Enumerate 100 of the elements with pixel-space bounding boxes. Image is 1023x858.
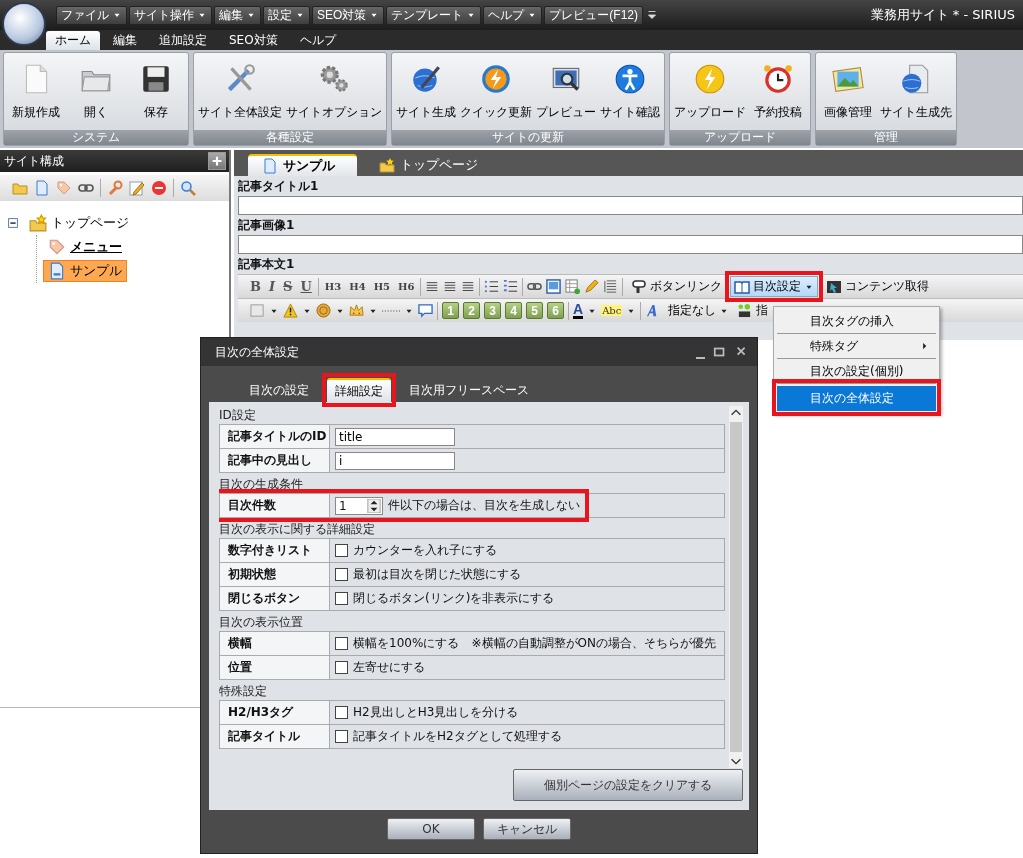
list-icon[interactable]: [484, 279, 500, 294]
checkbox[interactable]: [335, 637, 348, 650]
align-icon[interactable]: [461, 279, 476, 294]
warning-icon[interactable]: [283, 303, 298, 318]
ribbon-button[interactable]: 予約投稿: [748, 53, 808, 130]
ribbon-button[interactable]: サイト全体設定: [196, 53, 284, 130]
setting-label: H2/H3タグ: [220, 701, 330, 724]
checkbox-label: H2見出しとH3見出しを分ける: [353, 704, 519, 721]
format-button[interactable]: S: [281, 279, 295, 294]
dialog-button[interactable]: OK: [387, 818, 475, 840]
document-tab[interactable]: サンプル: [248, 154, 357, 176]
checkbox[interactable]: [335, 544, 348, 557]
menu-button[interactable]: ヘルプ: [483, 5, 543, 25]
input-field[interactable]: [238, 235, 1023, 254]
book-icon: [734, 278, 751, 295]
checkbox[interactable]: [335, 568, 348, 581]
ribbon-tab[interactable]: ヘルプ: [290, 31, 345, 50]
ribbon-button[interactable]: サイト確認: [598, 53, 662, 130]
checkbox[interactable]: [335, 730, 348, 743]
coin-icon[interactable]: [316, 303, 331, 318]
ribbon-tab[interactable]: SEO対策: [220, 31, 287, 50]
text-color-button[interactable]: A: [573, 302, 584, 319]
setting-label: 数字付きリスト: [220, 539, 330, 562]
menu-item[interactable]: 目次タグの挿入: [777, 309, 936, 334]
heading-button[interactable]: H4: [347, 281, 368, 292]
dialog-tab[interactable]: 目次用フリースペース: [401, 378, 537, 402]
heading-button[interactable]: H6: [396, 281, 417, 292]
menu-item[interactable]: 目次の全体設定: [777, 386, 936, 411]
numbered-list-icon[interactable]: [503, 279, 519, 294]
maximize-button[interactable]: [713, 345, 727, 359]
pencil-icon[interactable]: [129, 180, 145, 196]
document-tab[interactable]: トップページ: [365, 154, 500, 176]
checkbox-label: カウンターを入れ子にする: [353, 542, 497, 559]
overflow-icon[interactable]: [645, 8, 659, 22]
crown-icon[interactable]: [349, 303, 364, 318]
menu-button[interactable]: プレビュー(F12): [544, 5, 643, 25]
frame-icon[interactable]: [546, 279, 562, 294]
checkbox[interactable]: [335, 661, 348, 674]
align-icon[interactable]: [443, 279, 458, 294]
pencil-icon[interactable]: [584, 279, 600, 294]
menu-item[interactable]: 特殊タグ: [777, 334, 936, 359]
menu-button[interactable]: テンプレート: [386, 5, 482, 25]
menu-button[interactable]: SEO対策: [312, 5, 385, 25]
section-title: 目次の生成条件: [219, 476, 304, 493]
dialog-tab[interactable]: 目次の設定: [241, 378, 317, 402]
toolbar-button[interactable]: コンテンツ取得: [822, 276, 934, 297]
ribbon-button[interactable]: サイト生成先: [878, 53, 954, 130]
stop-icon[interactable]: [151, 180, 167, 196]
format-button[interactable]: I: [267, 279, 278, 294]
ribbon-tab[interactable]: ホーム: [46, 31, 100, 50]
note-text: ※横幅の自動調整がONの場合、そちらが優先: [471, 635, 716, 652]
search-icon[interactable]: [180, 180, 196, 196]
style-dropdown[interactable]: 指定なし: [664, 300, 734, 321]
ribbon-button[interactable]: サイト生成: [394, 53, 458, 130]
toolbar-button[interactable]: ボタンリンク: [627, 276, 727, 297]
clear-settings-button[interactable]: 個別ページの設定をクリアする: [513, 769, 743, 801]
ribbon-tab[interactable]: 編集: [104, 31, 146, 50]
ribbon-button[interactable]: アップロード: [672, 53, 748, 130]
field-label: 記事画像1: [238, 217, 296, 234]
checkbox[interactable]: [335, 706, 348, 719]
scrollbar[interactable]: [729, 406, 743, 768]
tree-item[interactable]: メニュー: [43, 236, 127, 258]
text-field[interactable]: i: [335, 451, 455, 470]
dialog-button[interactable]: キャンセル: [483, 818, 571, 840]
checkbox[interactable]: [335, 592, 348, 605]
heading-button[interactable]: H3: [322, 281, 344, 292]
menu-button[interactable]: 設定: [263, 5, 310, 25]
ribbon-button[interactable]: 開く: [66, 53, 126, 130]
tree-item[interactable]: サンプル: [43, 260, 127, 282]
input-field[interactable]: [238, 196, 1023, 215]
ribbon-button[interactable]: 保存: [126, 53, 186, 130]
align-icon[interactable]: [425, 279, 440, 294]
format-button[interactable]: B: [248, 279, 263, 294]
spin-arrows-icon: [367, 498, 381, 513]
indent-icon[interactable]: [603, 279, 619, 294]
table-icon[interactable]: [565, 279, 581, 294]
highlight-color-button[interactable]: Abc: [601, 305, 623, 316]
number-spinner[interactable]: 1: [335, 496, 383, 515]
menu-button[interactable]: サイト操作: [129, 5, 212, 25]
format-button[interactable]: U: [298, 279, 314, 294]
toolbar-button[interactable]: 目次設定: [730, 276, 819, 297]
wrench-icon[interactable]: [107, 180, 123, 196]
group-label: 管理: [816, 130, 956, 145]
ribbon-tab[interactable]: 追加設定: [150, 31, 216, 50]
tree-item[interactable]: トップページ: [24, 212, 134, 234]
collapse-toggle[interactable]: [6, 216, 20, 230]
ribbon-button[interactable]: 画像管理: [818, 53, 878, 130]
ribbon-button[interactable]: サイトオプション: [284, 53, 384, 130]
menu-item[interactable]: 目次の設定(個別): [777, 359, 936, 384]
text-field[interactable]: title: [335, 427, 455, 446]
ribbon-button[interactable]: プレビュー: [534, 53, 598, 130]
heading-button[interactable]: H5: [371, 281, 393, 292]
document-icon[interactable]: [34, 180, 50, 196]
dialog-tab[interactable]: 詳細設定: [327, 378, 391, 402]
ribbon-button[interactable]: クイック更新: [458, 53, 534, 130]
menu-button[interactable]: 編集: [214, 5, 261, 25]
menu-button[interactable]: ファイル: [56, 5, 127, 25]
pin-button[interactable]: [208, 152, 226, 170]
speech-bubble-icon[interactable]: [418, 303, 433, 318]
ribbon-button[interactable]: 新規作成: [6, 53, 66, 130]
